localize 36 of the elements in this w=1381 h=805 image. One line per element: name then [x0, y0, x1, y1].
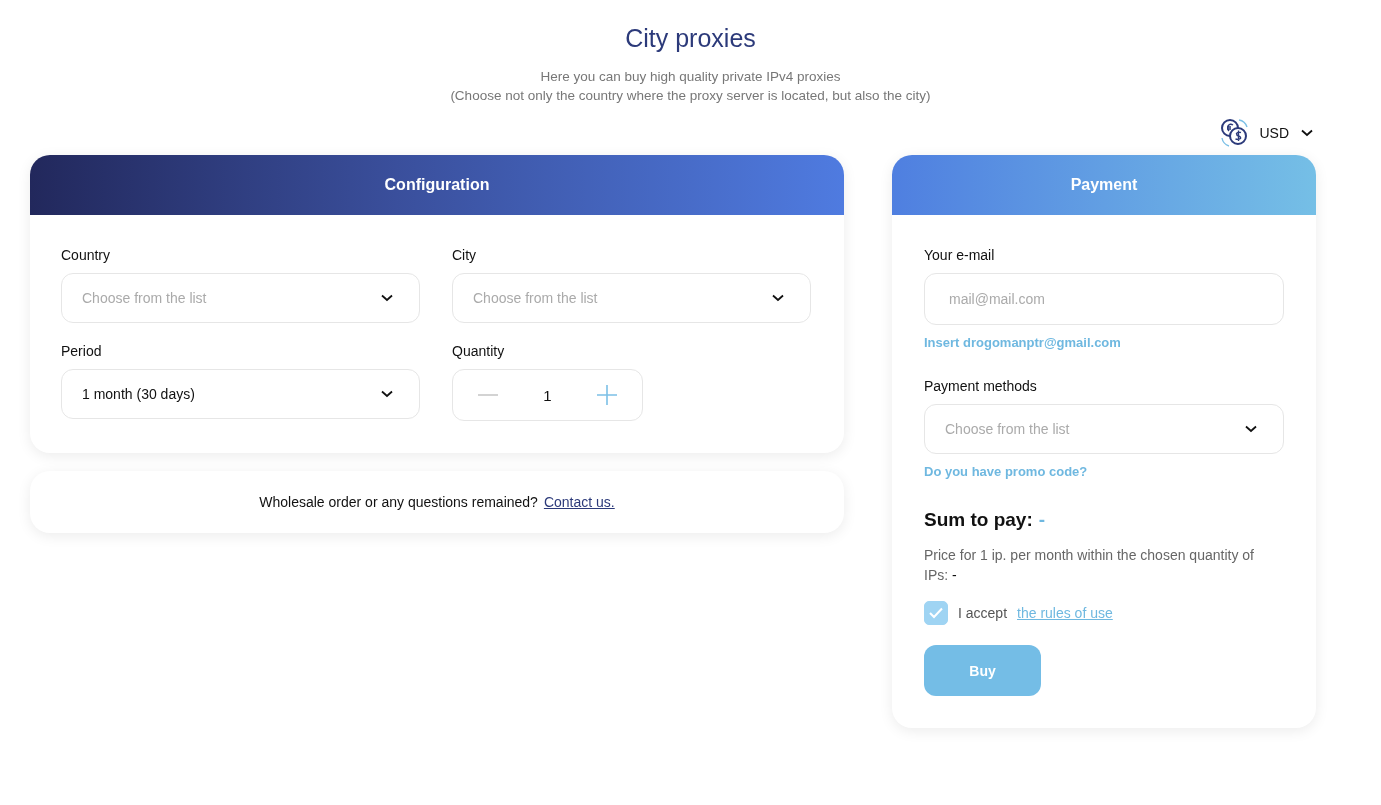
field-label: Payment methods: [924, 378, 1037, 394]
promo-code-link[interactable]: Do you have promo code?: [924, 464, 1088, 479]
caret-icon: [1301, 129, 1313, 137]
accept-checkbox[interactable]: [924, 601, 948, 625]
dropdown-field[interactable]: Choose from the list: [452, 273, 811, 323]
price-note: Price for 1 ip. per month within the chosen quantity of IPs: -: [924, 546, 1255, 585]
subtitle-text: Here you can buy high quality private IPv4 proxies: [540, 69, 841, 84]
card-title: Payment: [1070, 176, 1138, 194]
field-label: Your e-mail: [924, 247, 995, 263]
sum-label: Sum to pay:: [924, 509, 1033, 531]
field-label: City: [452, 247, 478, 263]
caret-icon: [772, 294, 784, 302]
caret-icon: [1245, 425, 1257, 433]
sum-value: -: [1038, 509, 1046, 531]
field-label: Country: [61, 247, 112, 263]
dropdown-field[interactable]: Choose from the list: [924, 404, 1284, 454]
buy-button[interactable]: Buy: [924, 645, 1041, 696]
plus-icon[interactable]: [596, 384, 618, 406]
check-icon: [929, 607, 943, 619]
field-label: Period: [61, 343, 103, 359]
email-field[interactable]: mail@mail.com: [924, 273, 1284, 325]
insert-email-link[interactable]: Insert drogomanptr@gmail.com: [924, 335, 1121, 350]
currency-selector[interactable]: USD: [1219, 117, 1313, 149]
dropdown-field[interactable]: 1 month (30 days): [61, 369, 420, 419]
dropdown-field[interactable]: Choose from the list: [61, 273, 420, 323]
caret-icon: [381, 294, 393, 302]
contact-link[interactable]: Contact us.: [543, 494, 615, 510]
rules-link[interactable]: the rules of use: [1017, 605, 1113, 621]
caret-icon: [381, 390, 393, 398]
accept-text: I accept: [958, 605, 1008, 621]
subtitle-text: (Choose not only the country where the proxy server is located, but also the city): [450, 88, 931, 103]
page-title: City proxies: [624, 24, 757, 53]
card-title: Configuration: [384, 176, 490, 194]
field-label: Quantity: [452, 343, 506, 359]
contact-text: Wholesale order or any questions remained?: [259, 494, 538, 510]
quantity-value: 1: [543, 386, 552, 404]
